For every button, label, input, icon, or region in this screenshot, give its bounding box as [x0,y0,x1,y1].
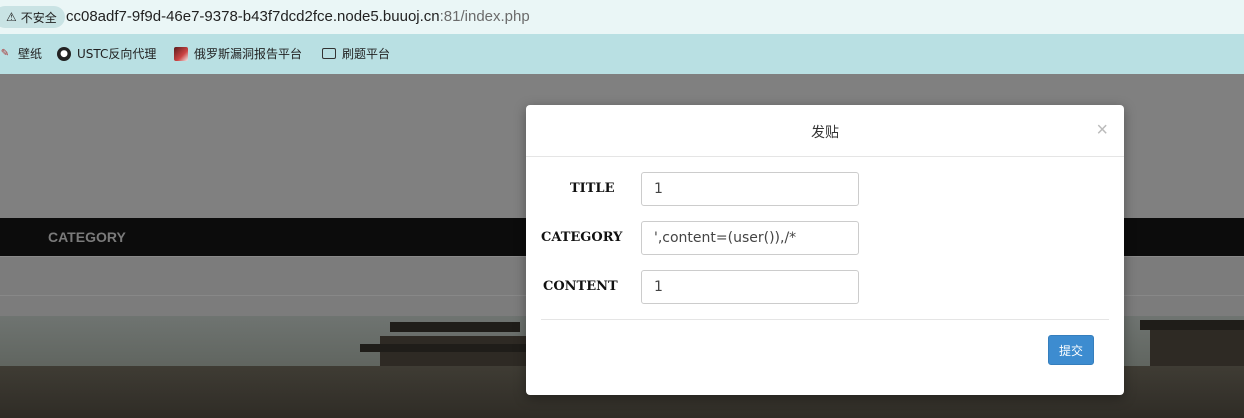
bookmark-label: 俄罗斯漏洞报告平台 [194,47,303,61]
bookmark-label: 壁纸 [18,47,43,61]
bookmarks-bar: ✎ 壁纸 ● USTC反向代理 俄罗斯漏洞报告平台 刷题平台 [0,34,1244,74]
close-icon[interactable]: × [1096,119,1108,142]
folder-icon [322,48,336,59]
nav-category-link[interactable]: CATEGORY [48,229,126,245]
url-text[interactable]: cc08adf7-9f9d-46e7-9378-b43f7dcd2fce.nod… [66,8,530,25]
content-label: CONTENT [543,279,618,294]
insecure-label: 不安全 [20,10,57,25]
title-row: TITLE [526,172,1124,206]
bookmark-ustc-proxy[interactable]: ● USTC反向代理 [57,45,156,62]
bookmark-russia-vuln[interactable]: 俄罗斯漏洞报告平台 [174,45,302,62]
globe-icon: ● [57,46,71,61]
dialog-header: 发贴 × [526,105,1124,157]
insecure-badge[interactable]: ⚠ 不安全 [0,6,65,28]
url-path: :81/index.php [439,8,530,25]
bookmark-wallpaper[interactable]: ✎ 壁纸 [0,45,42,62]
avatar-icon [174,46,188,61]
submit-button[interactable]: 提交 [1048,335,1094,365]
title-label: TITLE [570,181,615,196]
post-dialog: 发贴 × TITLE CATEGORY CONTENT 提交 [526,105,1124,395]
warning-icon: ⚠ [6,10,17,24]
content-row: CONTENT [526,270,1124,304]
bookmark-label: 刷题平台 [342,47,391,61]
dialog-title: 发贴 [811,125,839,141]
bookmark-label: USTC反向代理 [77,47,157,61]
bookmark-practice[interactable]: 刷题平台 [322,45,390,62]
url-host: cc08adf7-9f9d-46e7-9378-b43f7dcd2fce.nod… [66,8,440,25]
category-input[interactable] [641,221,859,255]
content-input[interactable] [641,270,859,304]
title-input[interactable] [641,172,859,206]
address-bar[interactable]: ⚠ 不安全 cc08adf7-9f9d-46e7-9378-b43f7dcd2f… [0,0,1244,34]
category-row: CATEGORY [526,221,1124,255]
dialog-divider [541,319,1109,320]
category-label: CATEGORY [541,230,623,245]
wallpaper-icon: ✎ [0,48,10,59]
